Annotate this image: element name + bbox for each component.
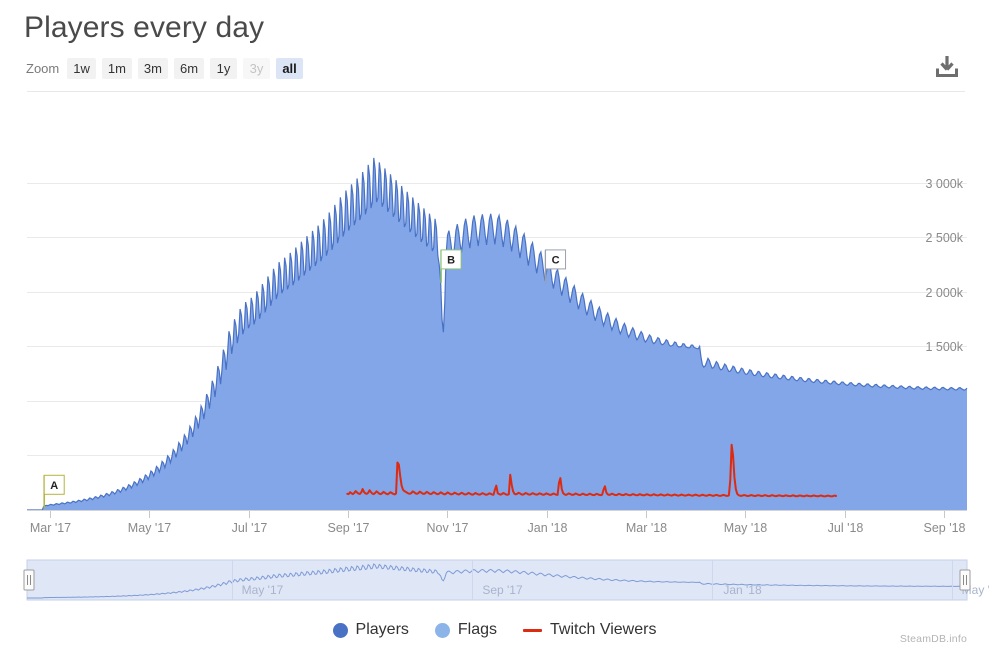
players-legend-marker-icon xyxy=(332,622,348,638)
x-axis-label: Jan '18 xyxy=(528,521,568,535)
twitch-legend-marker-icon xyxy=(523,628,543,632)
x-axis-label: May '17 xyxy=(128,521,171,535)
legend-label-twitch-viewers: Twitch Viewers xyxy=(550,621,657,638)
flag-label: B xyxy=(447,254,455,266)
header-divider xyxy=(27,91,965,92)
main-chart[interactable]: 500k1 000k1 500k2 000k2 500k3 000kMar '1… xyxy=(0,97,989,537)
y-axis-label: 2 500k xyxy=(925,231,963,245)
range-handle-left[interactable] xyxy=(23,569,35,591)
flag-label: C xyxy=(552,254,560,266)
zoom-button-1y[interactable]: 1y xyxy=(210,57,238,79)
flags-legend-marker-icon xyxy=(434,622,450,638)
x-axis-label: Sep '18 xyxy=(923,521,965,535)
handle-body xyxy=(959,569,971,591)
x-axis-label: Jul '17 xyxy=(232,521,268,535)
navigator-x-label: May '17 xyxy=(242,583,284,597)
range-navigator[interactable]: May '17Sep '17Jan '18May '18 xyxy=(0,554,989,606)
x-axis-label: Mar '17 xyxy=(30,521,71,535)
flag-label: A xyxy=(50,480,58,492)
watermark: SteamDB.info xyxy=(899,633,967,645)
zoom-button-1w[interactable]: 1w xyxy=(67,57,96,79)
x-axis-label: Mar '18 xyxy=(626,521,667,535)
x-axis-label: Sep '17 xyxy=(327,521,369,535)
page-title: Players every day xyxy=(24,11,265,44)
legend-item-flags[interactable]: Flags xyxy=(434,621,498,639)
zoom-button-all[interactable]: all xyxy=(276,57,304,79)
legend-label-players: Players xyxy=(355,621,409,638)
zoom-button-6m[interactable]: 6m xyxy=(173,57,205,79)
x-axis-label: Nov '17 xyxy=(427,521,469,535)
zoom-button-3y: 3y xyxy=(243,57,271,79)
zoom-button-3m[interactable]: 3m xyxy=(137,57,168,79)
steamdb-chart-page: Players every day Zoom 1w 1m 3m 6m 1y 3y… xyxy=(0,0,989,655)
zoom-range-selector: Zoom 1w 1m 3m 6m 1y 3y all xyxy=(26,57,304,79)
handle-body xyxy=(23,569,35,591)
y-axis-label: 1 500k xyxy=(925,340,963,354)
range-handle-right[interactable] xyxy=(959,569,971,591)
x-axis-label: May '18 xyxy=(724,521,767,535)
navigator-x-label: Sep '17 xyxy=(482,583,523,597)
navigator-x-label: Jan '18 xyxy=(723,583,762,597)
download-icon[interactable] xyxy=(932,52,962,82)
x-axis-label: Jul '18 xyxy=(828,521,864,535)
zoom-label: Zoom xyxy=(26,60,60,76)
y-axis-label: 2 000k xyxy=(925,286,963,300)
y-axis-label: 3 000k xyxy=(925,177,963,191)
legend-item-twitch-viewers[interactable]: Twitch Viewers xyxy=(523,621,656,639)
zoom-button-1m[interactable]: 1m xyxy=(101,57,132,79)
chart-legend: Players Flags Twitch Viewers xyxy=(0,617,989,643)
legend-item-players[interactable]: Players xyxy=(332,621,409,639)
legend-label-flags: Flags xyxy=(457,621,498,638)
